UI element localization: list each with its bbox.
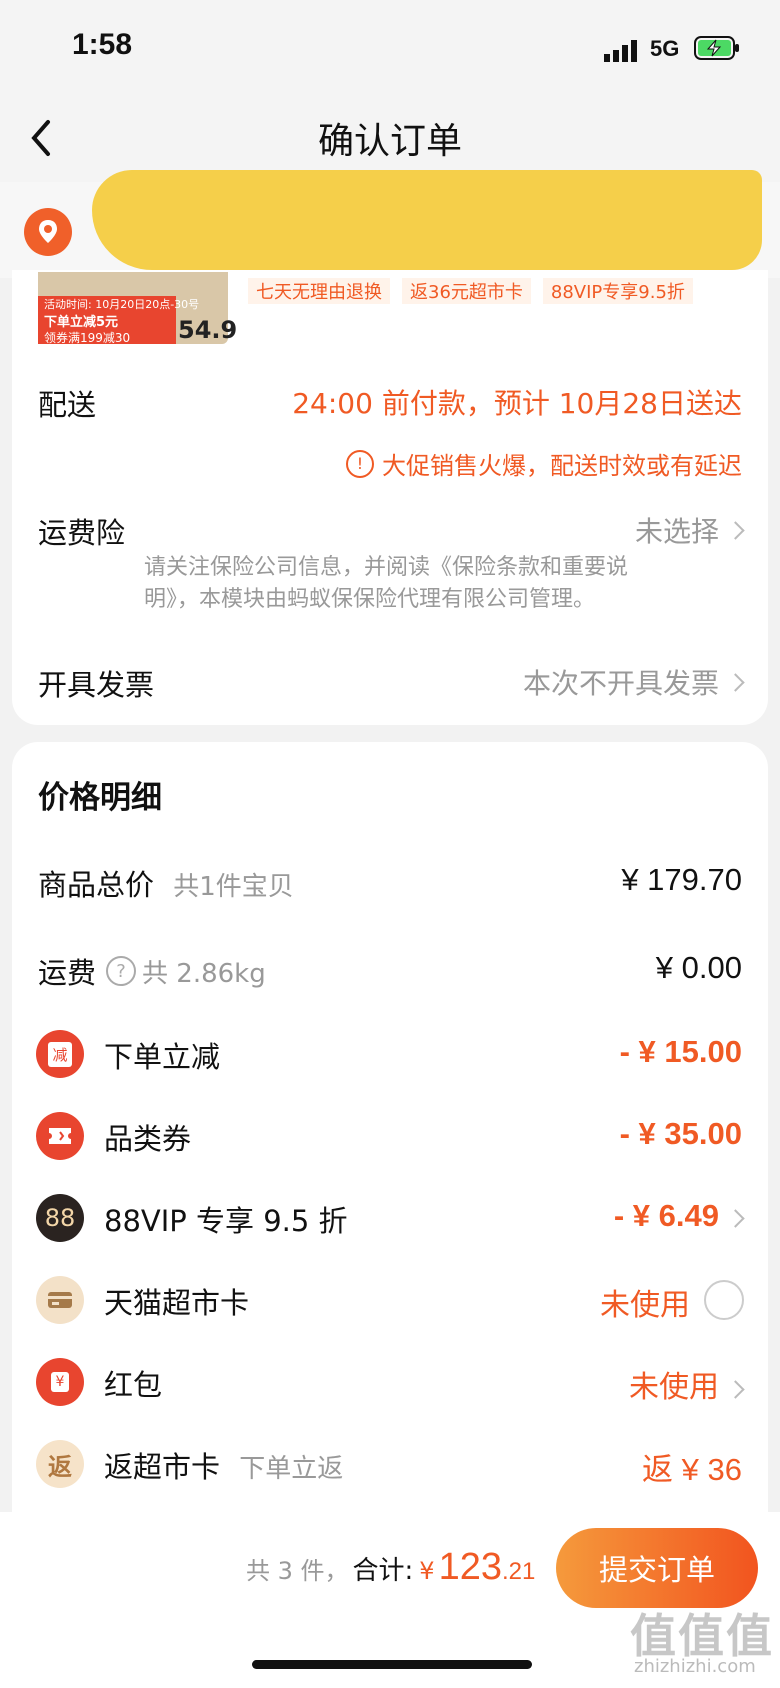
price-detail-title: 价格明细 [38, 780, 162, 816]
shipping-value: ¥ 0.00 [655, 950, 742, 985]
service-tag: 返36元超市卡 [402, 278, 531, 304]
thumbnail-promo-time: 活动时间: 10月20日20点-30号 [44, 298, 200, 311]
shipping-weight: 共 2.86kg [142, 958, 266, 989]
vip88-icon: 88 [36, 1194, 84, 1242]
status-time: 1:58 [72, 28, 133, 61]
category-coupon-value: - ¥ 35.00 [619, 1116, 742, 1151]
battery-charging-icon [694, 36, 739, 60]
total-amount-dec: .21 [501, 1558, 536, 1585]
supermarket-card-icon [36, 1276, 84, 1324]
order-total: 共 3 件， 合计: ¥ 123 .21 [246, 1546, 535, 1589]
discount-icon: 减 [36, 1030, 84, 1078]
location-pin-icon [24, 208, 72, 256]
service-tags: 七天无理由退换 返36元超市卡 88VIP专享9.5折 [248, 278, 705, 304]
insurance-label: 运费险 [38, 516, 126, 550]
thumbnail-price: 54.9 [178, 316, 238, 344]
category-coupon-label: 品类券 [104, 1122, 192, 1156]
total-amount-int: 123 [438, 1546, 502, 1588]
service-tag: 七天无理由退换 [248, 278, 390, 304]
item-count: 共 3 件， [246, 1557, 349, 1585]
invoice-selector[interactable]: 本次不开具发票 [522, 662, 745, 702]
help-icon[interactable]: ? [106, 956, 137, 986]
goods-total-label: 商品总价 共1件宝贝 [38, 862, 294, 904]
red-packet-label: 红包 [104, 1368, 163, 1402]
red-packet-selector[interactable]: 未使用 [629, 1362, 745, 1406]
thumbnail-promo-main: 下单立减5元 [44, 315, 119, 330]
shipping-text: 运费 [38, 956, 97, 990]
total-label: 合计: [352, 1556, 414, 1586]
supermarket-card-value: 未使用 [600, 1288, 690, 1323]
vip-discount-selector[interactable]: - ¥ 6.49 [613, 1198, 745, 1234]
chevron-right-icon [726, 1209, 745, 1228]
supermarket-card-radio[interactable] [704, 1280, 744, 1320]
thumbnail-coupon: 领券满199减30 [44, 331, 131, 345]
insurance-description: 请关注保险公司信息，并阅读《保险条款和重要说 明》，本模块由蚂蚁保保险代理有限公… [144, 552, 628, 616]
cashback-label: 返超市卡 下单立返 [104, 1444, 343, 1486]
invoice-value: 本次不开具发票 [522, 667, 719, 700]
insurance-desc-line: 请关注保险公司信息，并阅读《保险条款和重要说 [144, 555, 629, 580]
red-packet-value: 未使用 [629, 1370, 719, 1405]
redacted-address [92, 170, 762, 270]
chevron-right-icon [726, 1380, 745, 1399]
shipping-label: 运费 ? 共 2.86kg [38, 950, 266, 992]
instant-discount-value: - ¥ 15.00 [619, 1034, 742, 1069]
cashback-icon: 返 [36, 1440, 84, 1488]
invoice-label: 开具发票 [38, 668, 155, 702]
insurance-value: 未选择 [634, 515, 719, 548]
insurance-selector[interactable]: 未选择 [634, 510, 745, 550]
insurance-desc-line: 明》，本模块由蚂蚁保保险代理有限公司管理。 [144, 587, 596, 612]
delivery-value: 24:00 前付款，预计 10月28日送达 [292, 387, 742, 420]
goods-total-value: ¥ 179.70 [621, 862, 742, 897]
coupon-icon [36, 1112, 84, 1160]
chevron-right-icon [726, 520, 745, 540]
signal-icon [604, 40, 637, 62]
red-packet-glyph: ¥ [50, 1372, 70, 1392]
delivery-notice: ! 大促销售火爆，配送时效或有延迟 [346, 446, 742, 481]
submit-order-button[interactable]: 提交订单 [556, 1528, 758, 1608]
cashback-value: 返 ¥ 36 [642, 1452, 742, 1487]
discount-icon-glyph: 减 [48, 1041, 72, 1067]
vip-discount-label: 88VIP 专享 9.5 折 [104, 1204, 348, 1238]
red-packet-icon: ¥ [36, 1358, 84, 1406]
delivery-notice-text: 大促销售火爆，配送时效或有延迟 [382, 452, 742, 480]
delivery-label: 配送 [38, 388, 97, 422]
cashback-text: 返超市卡 [104, 1450, 221, 1484]
instant-discount-label: 下单立减 [104, 1040, 221, 1074]
chevron-right-icon [726, 672, 745, 692]
network-type: 5G [650, 36, 680, 61]
supermarket-card-label: 天猫超市卡 [104, 1286, 250, 1320]
goods-count: 共1件宝贝 [173, 872, 294, 902]
vip-discount-value: - ¥ 6.49 [613, 1198, 719, 1233]
home-indicator [252, 1660, 532, 1669]
warning-icon: ! [346, 449, 374, 478]
goods-total-text: 商品总价 [38, 868, 155, 902]
service-tag: 88VIP专享9.5折 [542, 278, 693, 304]
page-title: 确认订单 [317, 121, 462, 162]
total-currency: ¥ [419, 1557, 435, 1585]
watermark-url: zhizhizhi.com [634, 1656, 756, 1677]
cashback-sub: 下单立返 [239, 1454, 344, 1484]
